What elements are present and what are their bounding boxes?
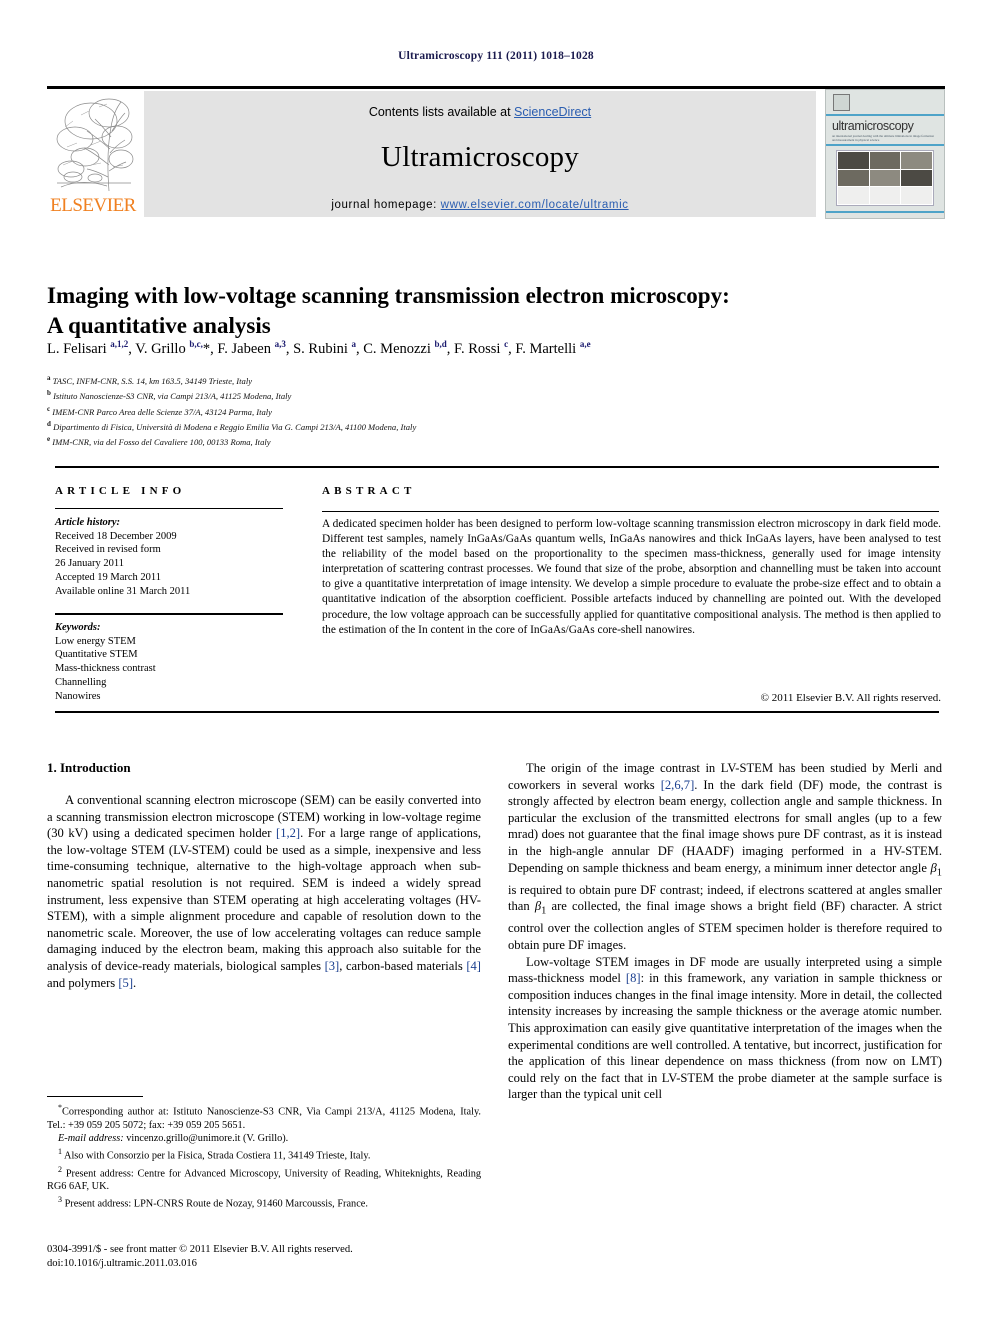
article-history: Article history: Received 18 December 20…	[55, 516, 290, 598]
history-line: 26 January 2011	[55, 558, 125, 570]
footnote-note-3: 3 Present address: LPN-CNRS Route de Noz…	[58, 1195, 368, 1210]
affiliation-mark: c	[47, 404, 51, 413]
copyright-line: © 2011 Elsevier B.V. All rights reserved…	[760, 692, 941, 704]
contents-prefix: Contents lists available at	[368, 105, 515, 119]
history-line: Accepted 19 March 2011	[55, 571, 162, 583]
affiliation-item: e IMM-CNR, via del Fosso del Cavaliere 1…	[47, 433, 927, 448]
article-info-heading: ARTICLE INFO	[55, 485, 186, 497]
article-history-label: Article history:	[55, 517, 121, 528]
journal-title: Ultramicroscopy	[381, 141, 579, 173]
affiliation-text: TASC, INFM-CNR, S.S. 14, km 163.5, 34149…	[52, 375, 253, 386]
affiliation-item: a TASC, INFM-CNR, S.S. 14, km 163.5, 341…	[47, 372, 927, 387]
elsevier-logo: ELSEVIER	[47, 89, 139, 219]
imprint-doi-line: doi:10.1016/j.ultramic.2011.03.016	[47, 1258, 197, 1269]
affiliation-mark: d	[47, 419, 51, 428]
paragraph: Low-voltage STEM images in DF mode are u…	[508, 954, 942, 1102]
history-line: Received in revised form	[55, 544, 161, 556]
keyword-item: Nanowires	[55, 690, 101, 702]
cover-divider	[826, 144, 944, 146]
cover-header	[826, 90, 944, 116]
author-list: L. Felisari a,1,2, V. Grillo b,c,*, F. J…	[47, 339, 591, 357]
affiliation-mark: e	[47, 435, 51, 444]
affiliation-text: Istituto Nanoscienze-S3 CNR, via Campi 2…	[53, 391, 292, 402]
paragraph: The origin of the image contrast in LV-S…	[508, 761, 942, 952]
homepage-prefix: journal homepage:	[331, 199, 441, 211]
intro-body: A conventional scanning electron microsc…	[47, 792, 481, 991]
article-info-rule	[55, 508, 283, 509]
body-column-right: The origin of the image contrast in LV-S…	[508, 760, 942, 1103]
history-line: Available online 31 March 2011	[55, 585, 191, 597]
section-heading-introduction: 1. Introduction	[47, 760, 131, 775]
affiliation-mark: b	[47, 389, 51, 398]
cover-image-grid	[836, 150, 934, 206]
footnote-note-2: 2 Present address: Centre for Advanced M…	[47, 1164, 481, 1193]
paragraph: A conventional scanning electron microsc…	[47, 793, 481, 990]
affiliation-list: a TASC, INFM-CNR, S.S. 14, km 163.5, 341…	[47, 372, 927, 448]
imprint-issn-line: 0304-3991/$ - see front matter © 2011 El…	[47, 1244, 353, 1255]
body-column-left: 1. Introduction A conventional scanning …	[47, 760, 481, 991]
affiliation-text: IMM-CNR, via del Fosso del Cavaliere 100…	[52, 436, 271, 447]
affiliation-item: d Dipartimento di Fisica, Università di …	[47, 418, 927, 433]
history-line: Received 18 December 2009	[55, 530, 177, 542]
journal-homepage-line: journal homepage: www.elsevier.com/locat…	[144, 199, 816, 211]
affiliation-item: c IMEM-CNR Parco Area delle Scienze 37/A…	[47, 403, 927, 418]
journal-banner: Contents lists available at ScienceDirec…	[144, 91, 816, 217]
right-body: The origin of the image contrast in LV-S…	[508, 760, 942, 1103]
contents-line: Contents lists available at ScienceDirec…	[144, 105, 816, 119]
keyword-item: Mass-thickness contrast	[55, 663, 156, 675]
abstract-text: A dedicated specimen holder has been des…	[322, 518, 941, 636]
footnote-rule	[47, 1096, 143, 1097]
running-head: Ultramicroscopy 111 (2011) 1018–1028	[398, 50, 594, 62]
footnote-block: *Corresponding author at: Istituto Nanos…	[47, 1101, 481, 1211]
keywords-rule	[55, 613, 283, 615]
cover-subtitle: an international journal dealing with th…	[832, 134, 934, 142]
cover-elsevier-icon	[833, 94, 850, 111]
keyword-item: Channelling	[55, 676, 107, 688]
journal-cover-thumbnail[interactable]: ultramicroscopy an international journal…	[825, 89, 945, 219]
cover-journal-name: ultramicroscopy	[832, 119, 914, 133]
keywords-block: Keywords: Low energy STEM Quantitative S…	[55, 621, 290, 703]
elsevier-tree-icon	[51, 91, 135, 195]
affiliation-item: b Istituto Nanoscienze-S3 CNR, via Campi…	[47, 387, 927, 402]
footnote-note-1: 1 Also with Consorzio per la Fisica, Str…	[58, 1147, 371, 1162]
journal-article-page: Ultramicroscopy 111 (2011) 1018–1028 ELS…	[0, 0, 992, 1323]
affiliation-text: IMEM-CNR Parco Area delle Scienze 37/A, …	[52, 406, 272, 417]
affiliation-mark: a	[47, 374, 51, 382]
cover-footer: available online at www.sciencedirect.co…	[826, 211, 944, 218]
keyword-item: Low energy STEM	[55, 635, 136, 647]
keyword-item: Quantitative STEM	[55, 649, 138, 661]
abstract-bottom-rule	[55, 711, 939, 714]
journal-masthead: ELSEVIER Contents lists available at Sci…	[47, 89, 945, 219]
keywords-label: Keywords:	[55, 622, 101, 633]
footnote-email: E-mail address: vincenzo.grillo@unimore.…	[58, 1132, 289, 1144]
imprint-block: 0304-3991/$ - see front matter © 2011 El…	[47, 1243, 481, 1271]
abstract-heading: ABSTRACT	[322, 485, 416, 497]
sciencedirect-link[interactable]: ScienceDirect	[514, 105, 591, 119]
elsevier-wordmark: ELSEVIER	[50, 195, 136, 216]
footnote-corresponding-author: *Corresponding author at: Istituto Nanos…	[47, 1103, 481, 1131]
journal-homepage-link[interactable]: www.elsevier.com/locate/ultramic	[441, 199, 629, 211]
affiliation-text: Dipartimento di Fisica, Università di Mo…	[53, 421, 417, 432]
info-top-rule	[55, 466, 939, 469]
abstract-rule	[322, 511, 939, 513]
page-title: Imaging with low-voltage scanning transm…	[47, 283, 730, 339]
